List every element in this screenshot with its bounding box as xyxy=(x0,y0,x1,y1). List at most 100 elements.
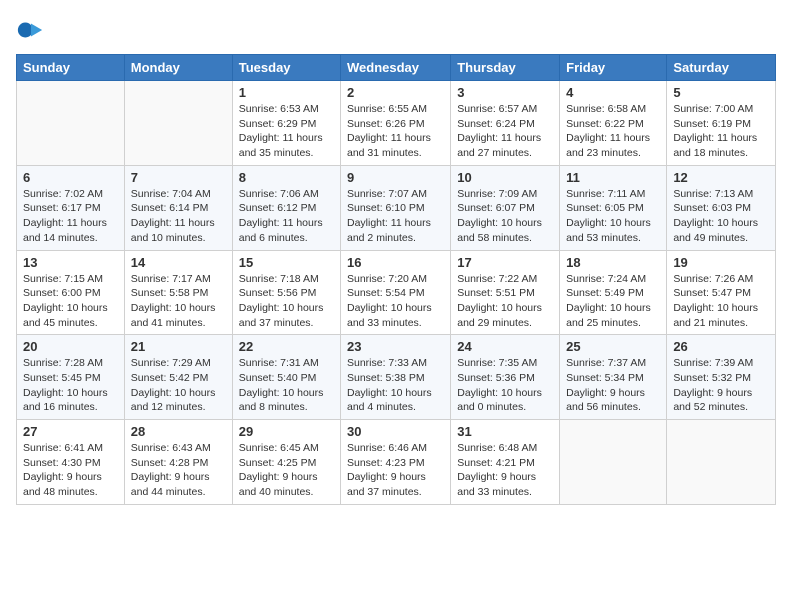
table-row: 28 Sunrise: 6:43 AM Sunset: 4:28 PM Dayli… xyxy=(124,420,232,505)
day-number: 9 xyxy=(347,170,444,185)
calendar-week-row: 6 Sunrise: 7:02 AM Sunset: 6:17 PM Daylig… xyxy=(17,165,776,250)
day-info: Sunrise: 7:33 AM Sunset: 5:38 PM Dayligh… xyxy=(347,356,444,415)
table-row: 17 Sunrise: 7:22 AM Sunset: 5:51 PM Dayli… xyxy=(451,250,560,335)
day-number: 7 xyxy=(131,170,226,185)
table-row: 15 Sunrise: 7:18 AM Sunset: 5:56 PM Dayli… xyxy=(232,250,340,335)
header-monday: Monday xyxy=(124,55,232,81)
day-info: Sunrise: 7:04 AM Sunset: 6:14 PM Dayligh… xyxy=(131,187,226,246)
calendar-week-row: 27 Sunrise: 6:41 AM Sunset: 4:30 PM Dayli… xyxy=(17,420,776,505)
day-info: Sunrise: 6:46 AM Sunset: 4:23 PM Dayligh… xyxy=(347,441,444,500)
table-row: 3Sunrise: 6:57 AM Sunset: 6:24 PM Daylig… xyxy=(451,81,560,166)
table-row: 10 Sunrise: 7:09 AM Sunset: 6:07 PM Dayli… xyxy=(451,165,560,250)
table-row xyxy=(560,420,667,505)
day-number: 2 xyxy=(347,85,444,100)
logo-icon xyxy=(16,16,44,44)
day-info: Sunrise: 7:29 AM Sunset: 5:42 PM Dayligh… xyxy=(131,356,226,415)
day-number: 25 xyxy=(566,339,660,354)
table-row: 6 Sunrise: 7:02 AM Sunset: 6:17 PM Daylig… xyxy=(17,165,125,250)
table-row: 8 Sunrise: 7:06 AM Sunset: 6:12 PM Daylig… xyxy=(232,165,340,250)
day-info: Sunrise: 7:06 AM Sunset: 6:12 PM Dayligh… xyxy=(239,187,334,246)
day-info: Sunrise: 7:02 AM Sunset: 6:17 PM Dayligh… xyxy=(23,187,118,246)
day-number: 11 xyxy=(566,170,660,185)
day-number: 23 xyxy=(347,339,444,354)
day-info: Sunrise: 6:58 AM Sunset: 6:22 PM Dayligh… xyxy=(566,102,660,161)
table-row: 26 Sunrise: 7:39 AM Sunset: 5:32 PM Dayli… xyxy=(667,335,776,420)
table-row: 11 Sunrise: 7:11 AM Sunset: 6:05 PM Dayli… xyxy=(560,165,667,250)
table-row: 25Sunrise: 7:37 AM Sunset: 5:34 PM Dayli… xyxy=(560,335,667,420)
day-info: Sunrise: 7:00 AM Sunset: 6:19 PM Dayligh… xyxy=(673,102,769,161)
table-row: 9 Sunrise: 7:07 AM Sunset: 6:10 PM Daylig… xyxy=(341,165,451,250)
day-number: 13 xyxy=(23,255,118,270)
table-row: 5 Sunrise: 7:00 AM Sunset: 6:19 PM Daylig… xyxy=(667,81,776,166)
day-number: 14 xyxy=(131,255,226,270)
day-number: 28 xyxy=(131,424,226,439)
table-row xyxy=(667,420,776,505)
day-info: Sunrise: 7:20 AM Sunset: 5:54 PM Dayligh… xyxy=(347,272,444,331)
day-number: 24 xyxy=(457,339,553,354)
day-info: Sunrise: 7:18 AM Sunset: 5:56 PM Dayligh… xyxy=(239,272,334,331)
day-number: 21 xyxy=(131,339,226,354)
table-row: 16 Sunrise: 7:20 AM Sunset: 5:54 PM Dayli… xyxy=(341,250,451,335)
day-info: Sunrise: 6:55 AM Sunset: 6:26 PM Dayligh… xyxy=(347,102,444,161)
day-number: 27 xyxy=(23,424,118,439)
table-row: 21 Sunrise: 7:29 AM Sunset: 5:42 PM Dayli… xyxy=(124,335,232,420)
day-info: Sunrise: 7:39 AM Sunset: 5:32 PM Dayligh… xyxy=(673,356,769,415)
header-tuesday: Tuesday xyxy=(232,55,340,81)
day-number: 16 xyxy=(347,255,444,270)
table-row: 29 Sunrise: 6:45 AM Sunset: 4:25 PM Dayli… xyxy=(232,420,340,505)
day-info: Sunrise: 7:17 AM Sunset: 5:58 PM Dayligh… xyxy=(131,272,226,331)
header-saturday: Saturday xyxy=(667,55,776,81)
table-row: 2 Sunrise: 6:55 AM Sunset: 6:26 PM Daylig… xyxy=(341,81,451,166)
day-number: 5 xyxy=(673,85,769,100)
day-info: Sunrise: 7:28 AM Sunset: 5:45 PM Dayligh… xyxy=(23,356,118,415)
table-row xyxy=(124,81,232,166)
table-row: 27 Sunrise: 6:41 AM Sunset: 4:30 PM Dayli… xyxy=(17,420,125,505)
day-number: 31 xyxy=(457,424,553,439)
table-row: 30 Sunrise: 6:46 AM Sunset: 4:23 PM Dayli… xyxy=(341,420,451,505)
day-info: Sunrise: 6:41 AM Sunset: 4:30 PM Dayligh… xyxy=(23,441,118,500)
day-number: 30 xyxy=(347,424,444,439)
day-info: Sunrise: 7:09 AM Sunset: 6:07 PM Dayligh… xyxy=(457,187,553,246)
logo xyxy=(16,16,48,44)
page-header xyxy=(16,16,776,44)
day-info: Sunrise: 7:26 AM Sunset: 5:47 PM Dayligh… xyxy=(673,272,769,331)
day-info: Sunrise: 6:48 AM Sunset: 4:21 PM Dayligh… xyxy=(457,441,553,500)
day-number: 18 xyxy=(566,255,660,270)
day-info: Sunrise: 7:13 AM Sunset: 6:03 PM Dayligh… xyxy=(673,187,769,246)
day-info: Sunrise: 7:24 AM Sunset: 5:49 PM Dayligh… xyxy=(566,272,660,331)
day-info: Sunrise: 6:57 AM Sunset: 6:24 PM Dayligh… xyxy=(457,102,553,161)
day-info: Sunrise: 6:45 AM Sunset: 4:25 PM Dayligh… xyxy=(239,441,334,500)
day-number: 6 xyxy=(23,170,118,185)
day-info: Sunrise: 7:15 AM Sunset: 6:00 PM Dayligh… xyxy=(23,272,118,331)
day-number: 22 xyxy=(239,339,334,354)
header-friday: Friday xyxy=(560,55,667,81)
table-row: 13 Sunrise: 7:15 AM Sunset: 6:00 PM Dayli… xyxy=(17,250,125,335)
calendar-week-row: 1Sunrise: 6:53 AM Sunset: 6:29 PM Daylig… xyxy=(17,81,776,166)
table-row: 23 Sunrise: 7:33 AM Sunset: 5:38 PM Dayli… xyxy=(341,335,451,420)
table-row: 12 Sunrise: 7:13 AM Sunset: 6:03 PM Dayli… xyxy=(667,165,776,250)
day-info: Sunrise: 7:07 AM Sunset: 6:10 PM Dayligh… xyxy=(347,187,444,246)
day-number: 19 xyxy=(673,255,769,270)
calendar-week-row: 13 Sunrise: 7:15 AM Sunset: 6:00 PM Dayli… xyxy=(17,250,776,335)
day-number: 29 xyxy=(239,424,334,439)
day-info: Sunrise: 7:31 AM Sunset: 5:40 PM Dayligh… xyxy=(239,356,334,415)
day-info: Sunrise: 7:22 AM Sunset: 5:51 PM Dayligh… xyxy=(457,272,553,331)
day-number: 10 xyxy=(457,170,553,185)
day-number: 20 xyxy=(23,339,118,354)
day-number: 26 xyxy=(673,339,769,354)
day-number: 15 xyxy=(239,255,334,270)
table-row: 20 Sunrise: 7:28 AM Sunset: 5:45 PM Dayli… xyxy=(17,335,125,420)
day-number: 8 xyxy=(239,170,334,185)
day-info: Sunrise: 6:43 AM Sunset: 4:28 PM Dayligh… xyxy=(131,441,226,500)
calendar-week-row: 20 Sunrise: 7:28 AM Sunset: 5:45 PM Dayli… xyxy=(17,335,776,420)
table-row: 7 Sunrise: 7:04 AM Sunset: 6:14 PM Daylig… xyxy=(124,165,232,250)
day-number: 4 xyxy=(566,85,660,100)
day-info: Sunrise: 7:11 AM Sunset: 6:05 PM Dayligh… xyxy=(566,187,660,246)
table-row: 22 Sunrise: 7:31 AM Sunset: 5:40 PM Dayli… xyxy=(232,335,340,420)
table-row: 14 Sunrise: 7:17 AM Sunset: 5:58 PM Dayli… xyxy=(124,250,232,335)
day-number: 12 xyxy=(673,170,769,185)
day-number: 17 xyxy=(457,255,553,270)
table-row: 24Sunrise: 7:35 AM Sunset: 5:36 PM Dayli… xyxy=(451,335,560,420)
header-sunday: Sunday xyxy=(17,55,125,81)
header-thursday: Thursday xyxy=(451,55,560,81)
